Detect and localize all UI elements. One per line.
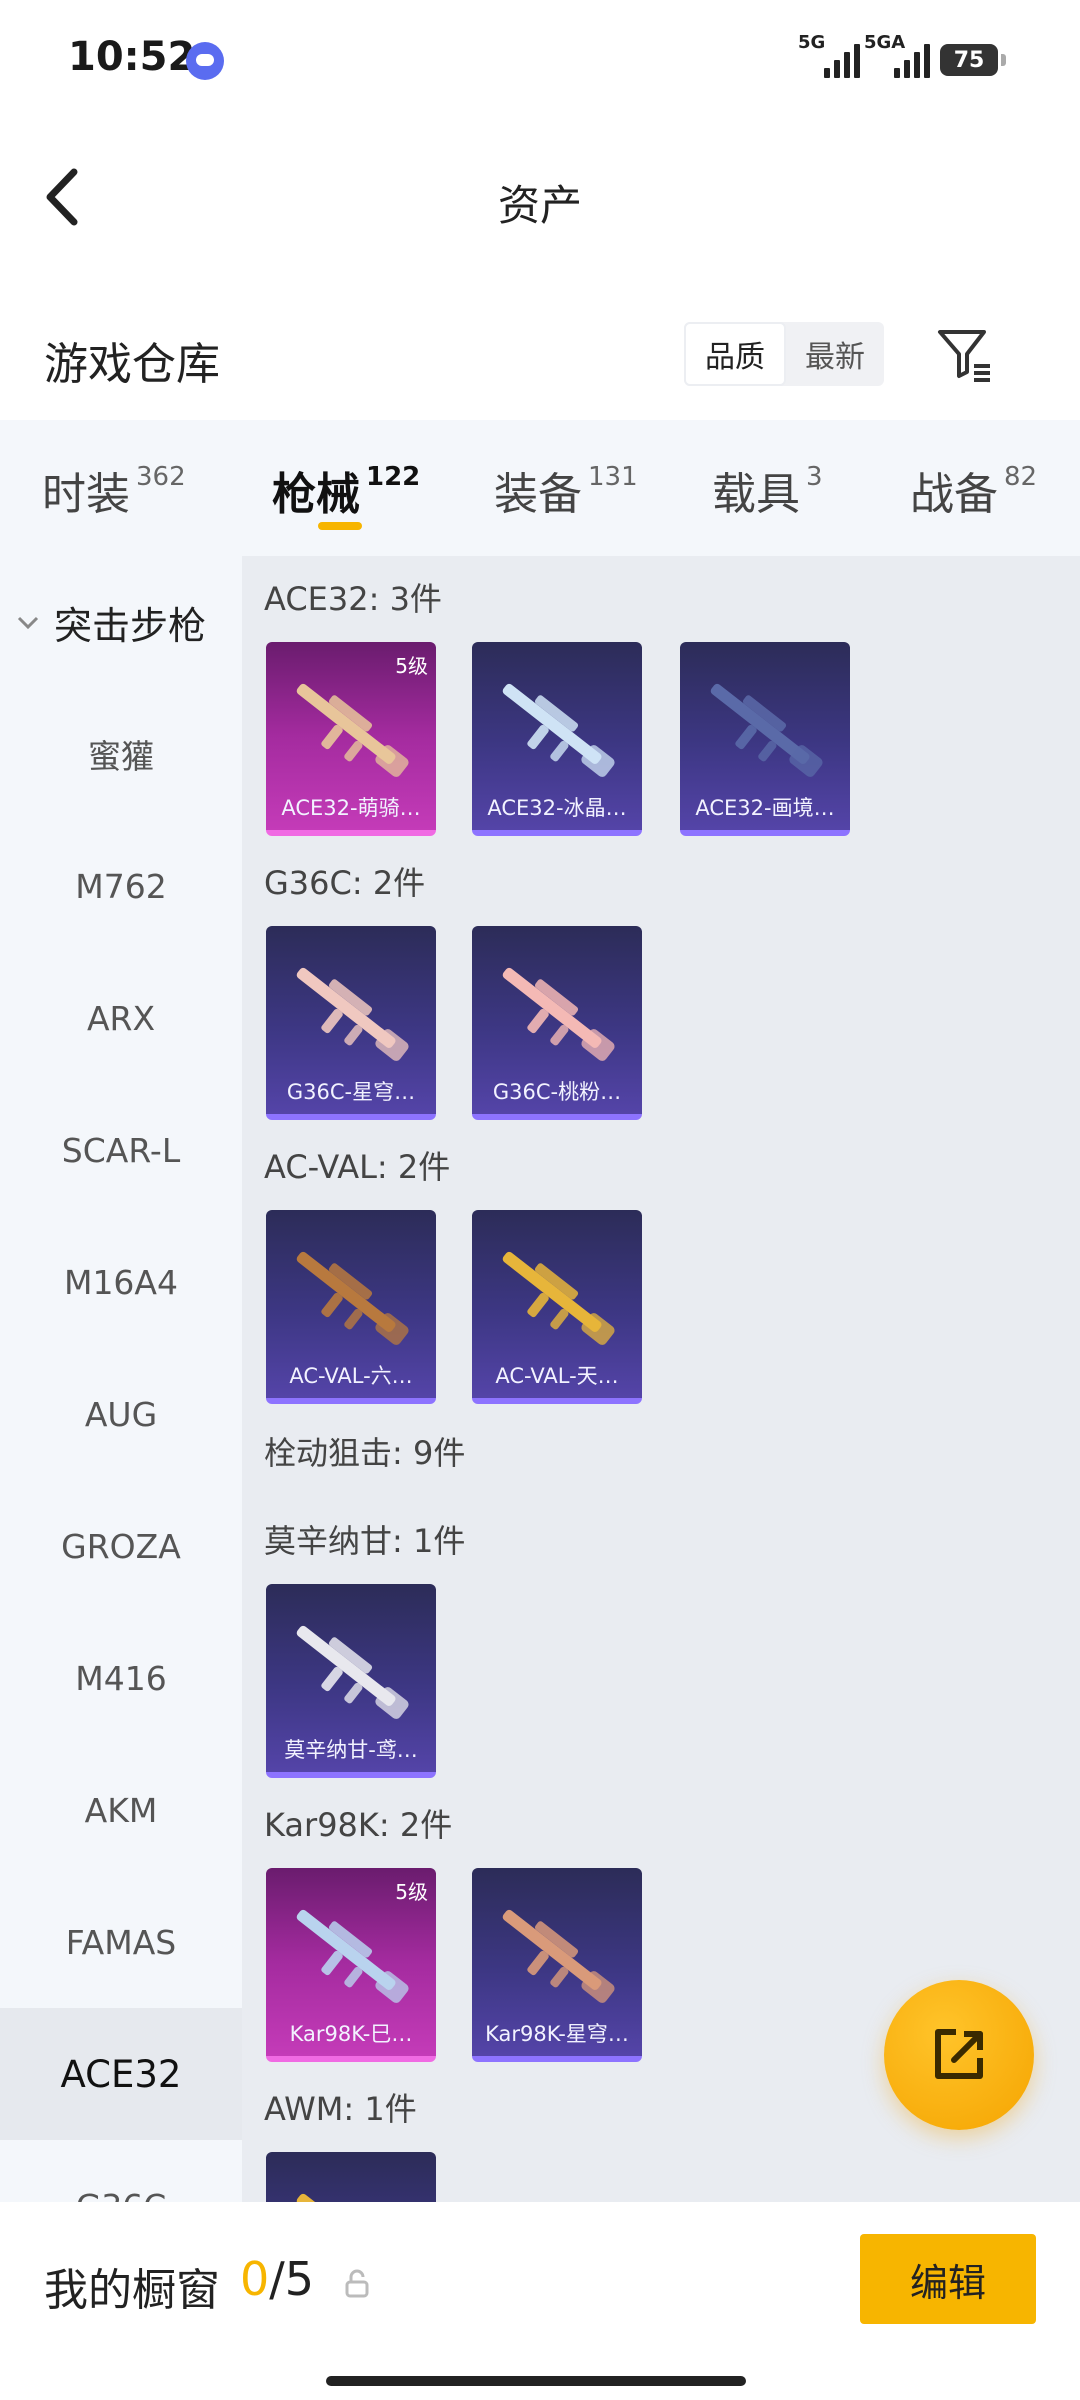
sidebar-group-assault-rifles[interactable]: 突击步枪 <box>0 556 242 688</box>
weapon-card[interactable]: AC-VAL-六… <box>266 1210 436 1404</box>
sidebar-item[interactable]: M762 <box>0 820 242 952</box>
weapon-image <box>296 1251 409 1345</box>
signal-5g-icon: 5G <box>798 32 860 78</box>
card-name: ACE32-画境… <box>695 796 835 820</box>
sidebar-item[interactable]: GROZA <box>0 1480 242 1612</box>
card-name: AC-VAL-天… <box>495 1364 619 1388</box>
weapon-image <box>502 1909 615 2003</box>
weapon-image <box>502 683 615 777</box>
share-button[interactable] <box>884 1980 1034 2130</box>
tab-firearms[interactable]: 枪械 122 <box>272 458 420 522</box>
sidebar-item[interactable]: ARX <box>0 952 242 1084</box>
weapon-card[interactable]: Kar98K-星穹… <box>472 1868 642 2062</box>
weapon-sidebar: 突击步枪 蜜獾 M762 ARX SCAR-L M16A4 AUG GROZA M416 AKM… <box>0 556 242 2202</box>
lock-icon <box>344 2268 370 2298</box>
signal-5ga-icon: 5GA <box>864 32 930 78</box>
weapon-image <box>296 2193 396 2202</box>
weapon-card[interactable]: AC-VAL-天… <box>472 1210 642 1404</box>
section-title: G36C: 2件 <box>264 864 426 902</box>
edit-button[interactable]: 编辑 <box>860 2234 1036 2324</box>
sort-toggle: 品质 最新 <box>684 322 884 386</box>
sort-quality-button[interactable]: 品质 <box>684 322 786 386</box>
weapon-card[interactable]: G36C-星穹… <box>266 926 436 1120</box>
weapon-card[interactable]: G36C-桃粉… <box>472 926 642 1120</box>
weapon-image <box>296 1909 409 2003</box>
sidebar-item[interactable]: AKM <box>0 1744 242 1876</box>
weapon-image <box>502 967 615 1061</box>
share-icon <box>935 2029 983 2079</box>
sort-newest-button[interactable]: 最新 <box>786 322 884 386</box>
sidebar-item[interactable]: SCAR-L <box>0 1084 242 1216</box>
weapon-image <box>296 683 409 777</box>
active-tab-indicator <box>318 522 362 530</box>
app-header: 资产 <box>0 120 1080 270</box>
weapon-card[interactable]: 5级 ACE32-萌骑… <box>266 642 436 836</box>
card-name: G36C-星穹… <box>286 1080 416 1104</box>
weapon-card[interactable] <box>266 2152 436 2202</box>
sidebar-item[interactable]: AUG <box>0 1348 242 1480</box>
card-level-badge: 5级 <box>395 654 428 678</box>
section-title: AWM: 1件 <box>264 2090 417 2128</box>
sidebar-item[interactable]: FAMAS <box>0 1876 242 2008</box>
app-notification-icon <box>186 42 224 80</box>
card-name: 莫辛纳甘-鸢… <box>284 1738 418 1762</box>
weapon-image <box>296 967 409 1061</box>
tab-vehicles[interactable]: 载具 3 <box>712 458 823 522</box>
page-title: 资产 <box>497 181 582 230</box>
weapon-card[interactable]: ACE32-画境… <box>680 642 850 836</box>
showcase-label: 我的橱窗 <box>44 2265 220 2316</box>
tab-fashion[interactable]: 时装 362 <box>42 458 186 522</box>
status-bar: 10:52 5G 5GA 75 <box>0 0 1080 120</box>
sidebar-item[interactable]: ACE32 <box>0 2008 242 2140</box>
warehouse-title: 游戏仓库 <box>44 339 220 390</box>
card-name: G36C-桃粉… <box>492 1080 622 1104</box>
filter-icon[interactable] <box>934 324 994 384</box>
weapon-content: ACE32: 3件 5级 ACE32-萌骑… ACE32-冰晶… ACE32-画境… G3… <box>242 556 1080 2202</box>
sidebar-item[interactable]: 蜜獾 <box>0 688 242 820</box>
section-title: ACE32: 3件 <box>264 580 442 618</box>
weapon-card[interactable]: ACE32-冰晶… <box>472 642 642 836</box>
section-title: Kar98K: 2件 <box>264 1806 453 1844</box>
tab-equipment[interactable]: 装备 131 <box>494 458 638 522</box>
weapon-card[interactable]: 莫辛纳甘-鸢… <box>266 1584 436 1778</box>
showcase-count: 0/5 <box>240 2252 315 2306</box>
chevron-down-icon <box>17 616 39 630</box>
category-tabs: 时装 362 枪械 122 装备 131 载具 3 战备 82 <box>0 420 1080 556</box>
card-name: ACE32-萌骑… <box>281 796 421 820</box>
home-indicator[interactable] <box>326 2376 746 2386</box>
weapon-image <box>502 1251 615 1345</box>
weapon-card[interactable]: 5级 Kar98K-巳… <box>266 1868 436 2062</box>
card-name: Kar98K-巳… <box>289 2022 413 2046</box>
showcase-bar: 我的橱窗 0/5 编辑 <box>0 2202 1080 2400</box>
section-title: 莫辛纳甘: 1件 <box>264 1522 466 1560</box>
tab-supplies[interactable]: 战备 82 <box>910 458 1037 522</box>
weapon-image <box>710 683 823 777</box>
battery-icon: 75 <box>940 44 1006 76</box>
card-name: Kar98K-星穹… <box>485 2022 629 2046</box>
sidebar-item[interactable]: G36C <box>0 2140 242 2203</box>
section-title: AC-VAL: 2件 <box>264 1148 451 1186</box>
card-name: ACE32-冰晶… <box>487 796 627 820</box>
section-title: 栓动狙击: 9件 <box>264 1434 466 1472</box>
card-name: AC-VAL-六… <box>289 1364 413 1388</box>
sidebar-item[interactable]: M416 <box>0 1612 242 1744</box>
card-level-badge: 5级 <box>395 1880 428 1904</box>
status-time: 10:52 <box>68 34 196 80</box>
weapon-image <box>296 1625 409 1719</box>
sidebar-item[interactable]: M16A4 <box>0 1216 242 1348</box>
